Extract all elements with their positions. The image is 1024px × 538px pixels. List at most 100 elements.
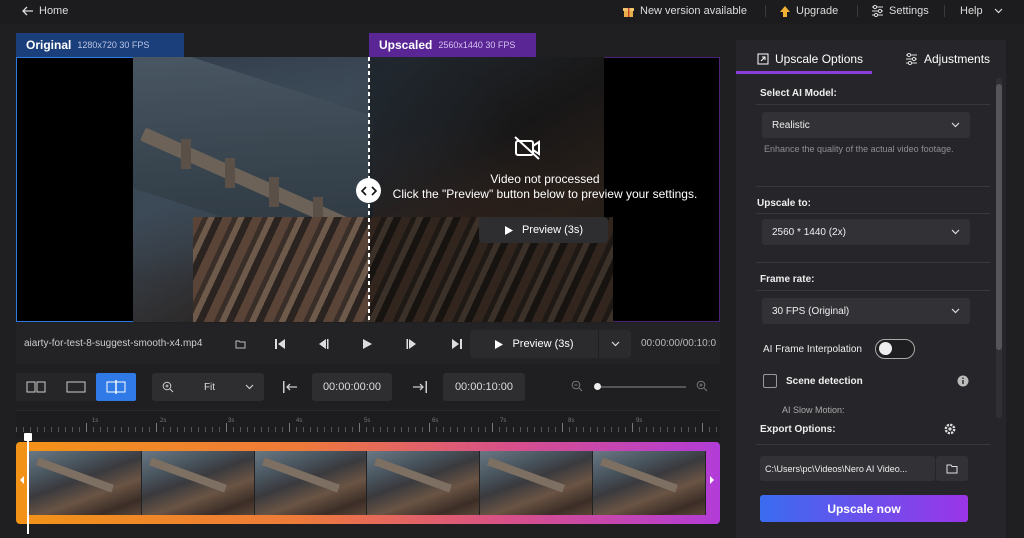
split-view-button[interactable] [16,373,56,401]
ruler-tick [387,427,388,432]
preview-dropdown[interactable] [599,341,631,347]
ruler-tick [618,427,619,432]
ruler-tick [177,427,178,432]
ruler-tick [93,427,94,432]
overlay-preview-button[interactable]: Preview (3s) [479,217,608,243]
ruler-label: 8s [568,418,575,424]
ruler-tick [716,427,717,432]
zoom-in-small-icon[interactable] [696,380,708,392]
chevron-down-icon [245,384,254,390]
skip-start-icon[interactable] [271,336,289,352]
tab-upscale-options[interactable]: Upscale Options [757,44,863,74]
original-spec: 1280x720 30 FPS [77,40,150,50]
ruler-tick [170,427,171,432]
ruler-tick [408,427,409,432]
thumbnail [367,451,481,515]
ruler-tick [527,427,528,432]
gear-icon[interactable] [943,422,957,436]
skip-end-icon[interactable] [448,336,466,352]
ruler-tick [583,427,584,432]
ruler-tick [338,427,339,432]
frame-interpolation-toggle[interactable] [875,339,915,359]
panel-scrollbar[interactable] [996,78,1002,418]
settings-button[interactable]: Settings [871,3,929,19]
timeline-zoom-thumb[interactable] [594,383,601,390]
set-start-icon[interactable] [282,380,298,394]
thumbnail [254,451,368,515]
ruler-tick [205,427,206,432]
ruler-tick [555,427,556,432]
ruler-tick [478,427,479,432]
ruler-tick [667,427,668,432]
tab-adjustments[interactable]: Adjustments [905,44,990,74]
ruler-tick [366,427,367,432]
ruler-tick [107,427,108,432]
ruler-tick [142,427,143,432]
zoom-out-icon[interactable] [571,380,583,392]
frame-rate-select[interactable]: 30 FPS (Original) [762,298,970,324]
ruler-tick [499,427,500,432]
ruler-tick [163,427,164,432]
zoom-value: Fit [203,381,216,393]
ruler-tick [639,427,640,432]
ruler-tick [373,427,374,432]
single-view-button[interactable] [56,373,96,401]
export-path-field[interactable]: C:\Users\pc\Videos\Nero AI Video... [760,456,935,481]
next-frame-icon[interactable] [403,336,421,352]
trim-left-handle-icon[interactable] [18,475,26,485]
single-view-icon [66,381,86,393]
compare-view-button[interactable] [96,373,136,401]
zoom-select[interactable]: Fit [152,373,264,401]
preview-button[interactable]: Preview (3s) [470,330,599,358]
home-button[interactable]: Home [22,3,68,19]
ruler-tick [450,427,451,432]
ruler-tick [548,427,549,432]
set-end-icon[interactable] [412,380,428,394]
active-tab-indicator [736,71,872,74]
start-time-field[interactable]: 00:00:00:00 [312,373,392,401]
ruler-label: 2s [160,418,167,424]
preview-label: Preview (3s) [512,338,574,350]
sliders-icon [905,53,918,65]
scene-detection-checkbox[interactable] [763,374,777,388]
split-handle[interactable] [356,178,381,203]
new-version-label: New version available [640,5,747,17]
ruler-tick [709,427,710,432]
side-by-side-icon [26,381,46,393]
upscale-to-select[interactable]: 2560 * 1440 (2x) [762,219,970,245]
ruler-tick [625,427,626,432]
browse-folder-button[interactable] [936,456,968,481]
ruler-tick [23,427,24,432]
ruler-label: 6s [432,418,439,424]
ruler-label: 9s [636,418,643,424]
play-icon [504,225,514,236]
ai-model-select[interactable]: Realistic [762,112,970,138]
playhead[interactable] [27,434,29,534]
playhead-knob[interactable] [24,433,32,441]
folder-icon [946,464,958,474]
ruler-tick [135,427,136,432]
scrollbar-thumb[interactable] [996,84,1002,350]
help-menu[interactable]: Help [960,3,1003,19]
folder-icon[interactable] [231,336,249,352]
ruler-tick [114,427,115,432]
ruler-tick [702,423,703,432]
ai-model-label: Select AI Model: [760,88,837,99]
ruler-tick [149,427,150,432]
ruler-tick [310,427,311,432]
gift-icon [622,5,635,18]
ruler-tick [464,427,465,432]
timeline-zoom-slider[interactable] [596,386,686,388]
prev-frame-icon[interactable] [314,336,332,352]
upscale-now-button[interactable]: Upscale now [760,495,968,522]
ruler-tick [16,427,17,432]
ruler-tick [324,427,325,432]
end-time-field[interactable]: 00:00:10:00 [443,373,525,401]
new-version-button[interactable]: New version available [622,3,747,19]
ruler-tick [212,427,213,432]
upgrade-button[interactable]: Upgrade [779,3,838,19]
ruler-tick [604,427,605,432]
trim-right-handle-icon[interactable] [708,475,716,485]
play-icon[interactable] [358,336,376,352]
info-icon[interactable] [957,375,969,387]
